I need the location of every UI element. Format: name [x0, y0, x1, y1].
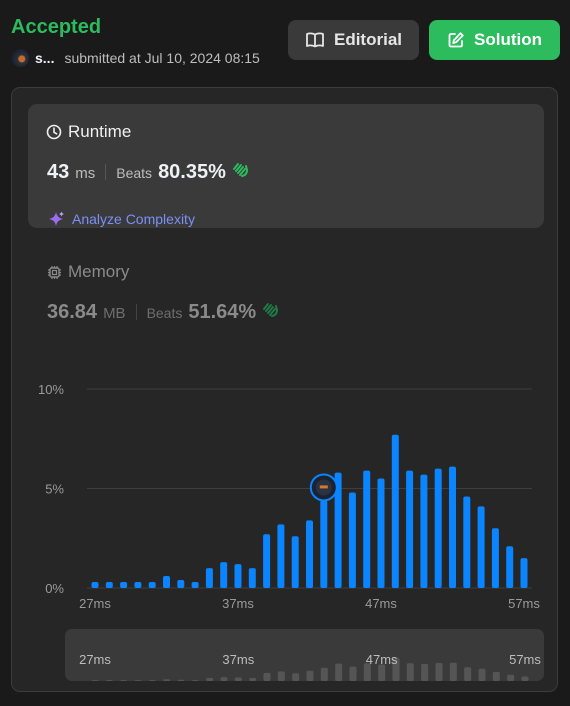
- mini-x-tick-label: 47ms: [366, 652, 398, 667]
- bar: [434, 468, 442, 588]
- mini-bar: [349, 666, 357, 681]
- bar: [120, 582, 128, 588]
- mini-bar: [421, 663, 429, 681]
- mini-x-tick-label: 27ms: [79, 652, 111, 667]
- solution-button[interactable]: Solution: [429, 20, 560, 60]
- x-tick-label: 57ms: [508, 596, 540, 611]
- bar: [220, 562, 228, 588]
- bar: [105, 582, 113, 588]
- bar: [277, 524, 285, 588]
- bar: [320, 500, 328, 588]
- book-icon: [306, 32, 324, 48]
- bar: [248, 568, 256, 588]
- bar: [148, 582, 156, 588]
- x-tick-label: 27ms: [79, 596, 111, 611]
- mini-bar: [249, 678, 257, 681]
- bar: [420, 474, 428, 588]
- mini-bar: [449, 662, 457, 681]
- mini-bar: [120, 680, 128, 681]
- bar: [406, 470, 414, 588]
- mini-bar: [320, 667, 328, 681]
- bar: [391, 434, 399, 588]
- mini-bar: [234, 677, 242, 681]
- x-tick-label: 37ms: [222, 596, 254, 611]
- mini-bar: [292, 673, 300, 681]
- mini-bar: [277, 671, 285, 681]
- mini-bar: [335, 663, 343, 681]
- y-tick-label: 0%: [45, 581, 64, 596]
- mini-distribution-chart[interactable]: 27ms 37ms 47ms 57ms: [65, 629, 544, 681]
- bar: [234, 564, 242, 588]
- bar: [291, 536, 299, 588]
- bar: [520, 558, 528, 588]
- mini-bar: [406, 663, 414, 681]
- y-tick-label: 10%: [38, 382, 64, 397]
- x-tick-label: 47ms: [365, 596, 397, 611]
- bar: [306, 520, 313, 588]
- mini-bar: [492, 672, 500, 681]
- mini-bar: [177, 679, 185, 681]
- bar: [477, 506, 485, 588]
- avatar-detail: [319, 485, 328, 489]
- bar: [134, 582, 142, 588]
- mini-bar: [206, 678, 214, 681]
- mini-bar: [105, 680, 113, 681]
- username[interactable]: s...: [35, 50, 54, 66]
- mini-bar: [263, 672, 271, 681]
- runtime-distribution-chart[interactable]: 0% 5% 10% 27ms 37ms 47ms 57ms: [12, 88, 557, 623]
- bar: [491, 528, 499, 588]
- bar: [377, 478, 385, 588]
- bar: [506, 546, 514, 588]
- bar: [191, 582, 199, 588]
- mini-bar: [148, 680, 156, 681]
- mini-x-tick-label: 37ms: [222, 652, 254, 667]
- submission-info: s... submitted at Jul 10, 2024 08:15: [11, 49, 260, 67]
- mini-bar: [91, 680, 99, 681]
- editorial-label: Editorial: [333, 30, 402, 49]
- avatar[interactable]: [11, 49, 29, 67]
- bar: [463, 496, 471, 588]
- mini-x-tick-label: 57ms: [509, 652, 541, 667]
- mini-bar: [521, 676, 529, 681]
- mini-bar: [478, 668, 486, 681]
- solution-label: Solution: [474, 30, 542, 49]
- mini-bar: [191, 680, 199, 681]
- bar: [177, 580, 185, 588]
- chart-range-scrubber[interactable]: 27ms 37ms 47ms 57ms: [65, 629, 544, 681]
- y-tick-label: 5%: [45, 482, 64, 497]
- mini-bar: [134, 680, 142, 681]
- mini-bar: [464, 667, 472, 681]
- editorial-button[interactable]: Editorial: [288, 20, 419, 60]
- bar: [205, 568, 213, 588]
- submission-status: Accepted: [11, 16, 102, 38]
- bar: [449, 466, 456, 588]
- mini-bar: [507, 674, 515, 681]
- edit-icon: [448, 32, 464, 48]
- bar: [163, 576, 170, 588]
- mini-bar: [306, 670, 314, 681]
- bar: [91, 582, 99, 588]
- bar: [363, 470, 371, 588]
- submitted-at-text: submitted at Jul 10, 2024 08:15: [64, 50, 260, 66]
- mini-bar: [220, 677, 228, 681]
- bar: [348, 492, 356, 588]
- bar: [263, 534, 271, 588]
- mini-bar: [435, 663, 443, 681]
- result-panel: Runtime 43 ms Beats 80.35% Analyze Compl…: [11, 87, 558, 692]
- mini-bar: [163, 679, 171, 681]
